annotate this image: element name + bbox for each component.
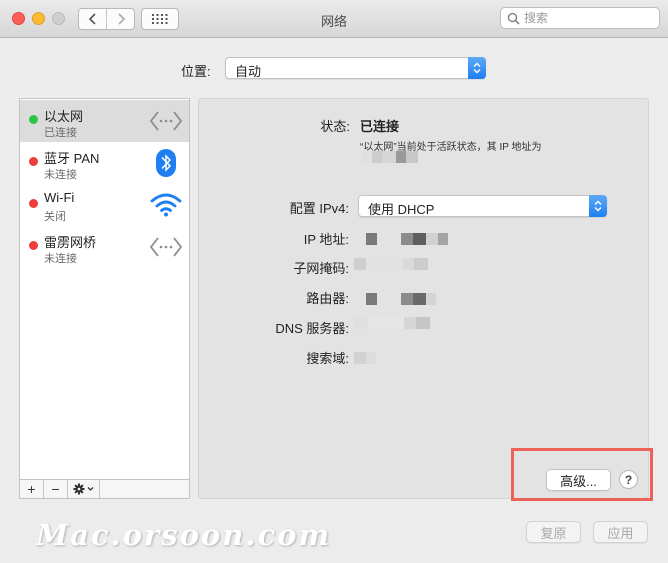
service-name: 蓝牙 PAN bbox=[44, 151, 100, 166]
redacted-search-domain-value bbox=[354, 352, 376, 364]
redacted-router-value bbox=[366, 293, 436, 305]
remove-service-button[interactable]: − bbox=[44, 480, 68, 498]
ethernet-icon bbox=[149, 105, 183, 137]
service-name: 以太网 bbox=[44, 109, 84, 124]
title-bar: 网络 bbox=[0, 0, 668, 38]
router-label: 路由器: bbox=[306, 291, 349, 306]
redacted-ip-value bbox=[366, 233, 448, 245]
service-item-ethernet[interactable]: 以太网 已连接 bbox=[20, 100, 189, 142]
status-dot-disconnected bbox=[29, 157, 38, 166]
service-list: 以太网 已连接 蓝牙 PAN 未连接 Wi-Fi 关闭 雷雳网桥 未连接 bbox=[19, 98, 190, 480]
redacted-subnet-value bbox=[354, 258, 428, 270]
service-item-thunderbolt-bridge[interactable]: 雷雳网桥 未连接 bbox=[20, 226, 189, 268]
service-list-toolbar: + − bbox=[19, 480, 190, 499]
ethernet-icon bbox=[149, 231, 183, 263]
service-status: 已连接 bbox=[44, 127, 77, 139]
service-status: 未连接 bbox=[44, 169, 77, 181]
service-item-wifi[interactable]: Wi-Fi 关闭 bbox=[20, 184, 189, 226]
service-actions-button[interactable] bbox=[68, 480, 100, 498]
apply-button[interactable]: 应用 bbox=[593, 521, 648, 543]
status-dot-disconnected bbox=[29, 199, 38, 208]
service-status: 关闭 bbox=[44, 211, 66, 223]
service-status: 未连接 bbox=[44, 253, 77, 265]
add-service-button[interactable]: + bbox=[20, 480, 44, 498]
redacted-dns-value bbox=[354, 317, 430, 329]
subnet-mask-label: 子网掩码: bbox=[293, 261, 349, 276]
network-preferences-window: 网络 位置: 自动 以太网 已连接 蓝牙 PAN 未连接 bbox=[0, 0, 668, 563]
ip-address-label: IP 地址: bbox=[303, 232, 349, 247]
status-dot-connected bbox=[29, 115, 38, 124]
status-label: 状态: bbox=[320, 119, 350, 134]
search-domain-label: 搜索域: bbox=[306, 351, 349, 366]
service-name: Wi-Fi bbox=[44, 190, 75, 205]
status-dot-disconnected bbox=[29, 241, 38, 250]
location-label: 位置: bbox=[181, 64, 211, 79]
dns-server-label: DNS 服务器: bbox=[275, 321, 349, 336]
service-item-bluetooth-pan[interactable]: 蓝牙 PAN 未连接 bbox=[20, 142, 189, 184]
wifi-icon bbox=[149, 189, 183, 221]
select-arrows-icon bbox=[589, 195, 607, 217]
service-name: 雷雳网桥 bbox=[44, 235, 97, 250]
location-select[interactable]: 自动 bbox=[225, 57, 486, 79]
location-value: 自动 bbox=[235, 64, 262, 79]
revert-button[interactable]: 复原 bbox=[526, 521, 581, 543]
watermark-text: Mac.orsoon.com bbox=[36, 518, 332, 552]
search-icon bbox=[507, 12, 520, 24]
status-value: 已连接 bbox=[360, 119, 400, 134]
select-arrows-icon bbox=[468, 57, 486, 79]
bluetooth-icon bbox=[149, 147, 183, 179]
redacted-ip-address bbox=[362, 151, 428, 163]
configure-ipv4-label: 配置 IPv4: bbox=[289, 201, 349, 216]
configure-ipv4-select[interactable]: 使用 DHCP bbox=[358, 195, 607, 217]
search-input[interactable] bbox=[524, 11, 654, 25]
annotation-highlight-box bbox=[511, 448, 653, 501]
search-field[interactable] bbox=[500, 7, 660, 29]
gear-icon bbox=[73, 483, 93, 495]
configure-ipv4-value: 使用 DHCP bbox=[368, 202, 435, 217]
